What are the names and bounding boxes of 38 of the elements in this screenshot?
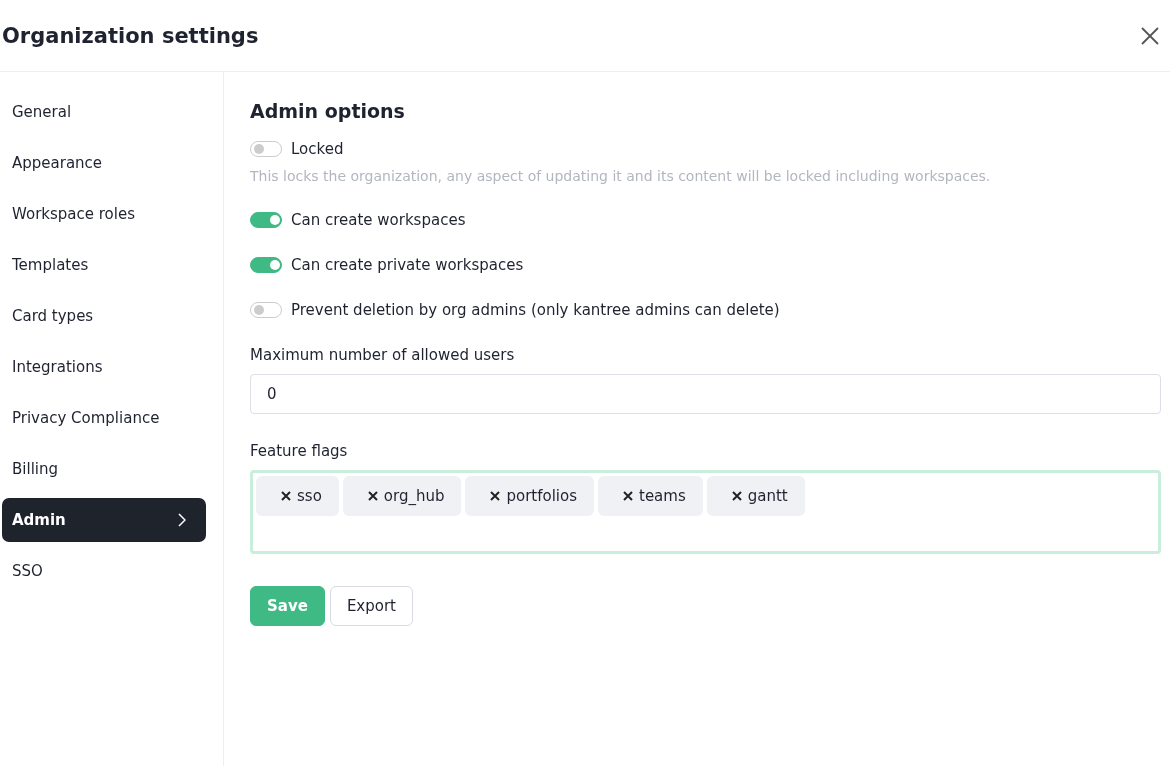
sidebar-item[interactable]: General: [2, 90, 206, 134]
toggle-label: Can create workspaces: [291, 211, 466, 229]
tag: org_hub: [342, 476, 462, 516]
remove-icon[interactable]: [367, 491, 378, 501]
toggle-label: Prevent deletion by org admins (only kantree admins can delete): [291, 301, 780, 319]
remove-icon[interactable]: [623, 491, 633, 501]
sidebar-item[interactable]: Integrations: [2, 345, 206, 389]
window-title: Organization settings: [2, 23, 259, 48]
tags-input-field[interactable]: sso org_hub portfolios teams gantt: [250, 470, 1161, 554]
remove-icon[interactable]: [731, 491, 742, 501]
sidebar-item[interactable]: Billing: [2, 447, 206, 491]
tag: teams: [598, 476, 703, 516]
toggle-label: Locked: [291, 140, 344, 158]
toggle-switch[interactable]: [250, 257, 282, 273]
sidebar-item[interactable]: Privacy Compliance: [2, 396, 206, 440]
toggle-description: This locks the organization, any aspect of updating it and its content will be locked including workspaces.: [250, 168, 992, 184]
tag: gantt: [706, 476, 805, 516]
field-label: Maximum number of allowed users: [250, 346, 516, 364]
section-title: Admin options: [250, 100, 406, 122]
sidebar-item[interactable]: Workspace roles: [2, 192, 206, 236]
close-icon[interactable]: [1140, 25, 1160, 46]
sidebar-item[interactable]: Templates: [2, 243, 206, 287]
tag: portfolios: [465, 476, 594, 516]
chevron-right-icon: [178, 513, 186, 527]
export-button[interactable]: Export: [329, 586, 413, 626]
toggle-switch[interactable]: [250, 212, 282, 228]
toggle-switch[interactable]: [250, 302, 282, 318]
sidebar-item[interactable]: Admin: [2, 498, 206, 542]
toggle-label: Can create private workspaces: [291, 256, 524, 274]
remove-icon[interactable]: [490, 491, 501, 501]
number-input-field[interactable]: 0: [250, 374, 1161, 414]
sidebar-item[interactable]: SSO: [2, 549, 206, 593]
remove-icon[interactable]: [281, 491, 291, 501]
toggle-switch[interactable]: [250, 141, 282, 157]
sidebar-item[interactable]: Appearance: [2, 141, 206, 185]
field-label: Feature flags: [250, 442, 349, 460]
sidebar-item[interactable]: Card types: [2, 294, 206, 338]
tag: sso: [256, 476, 339, 516]
